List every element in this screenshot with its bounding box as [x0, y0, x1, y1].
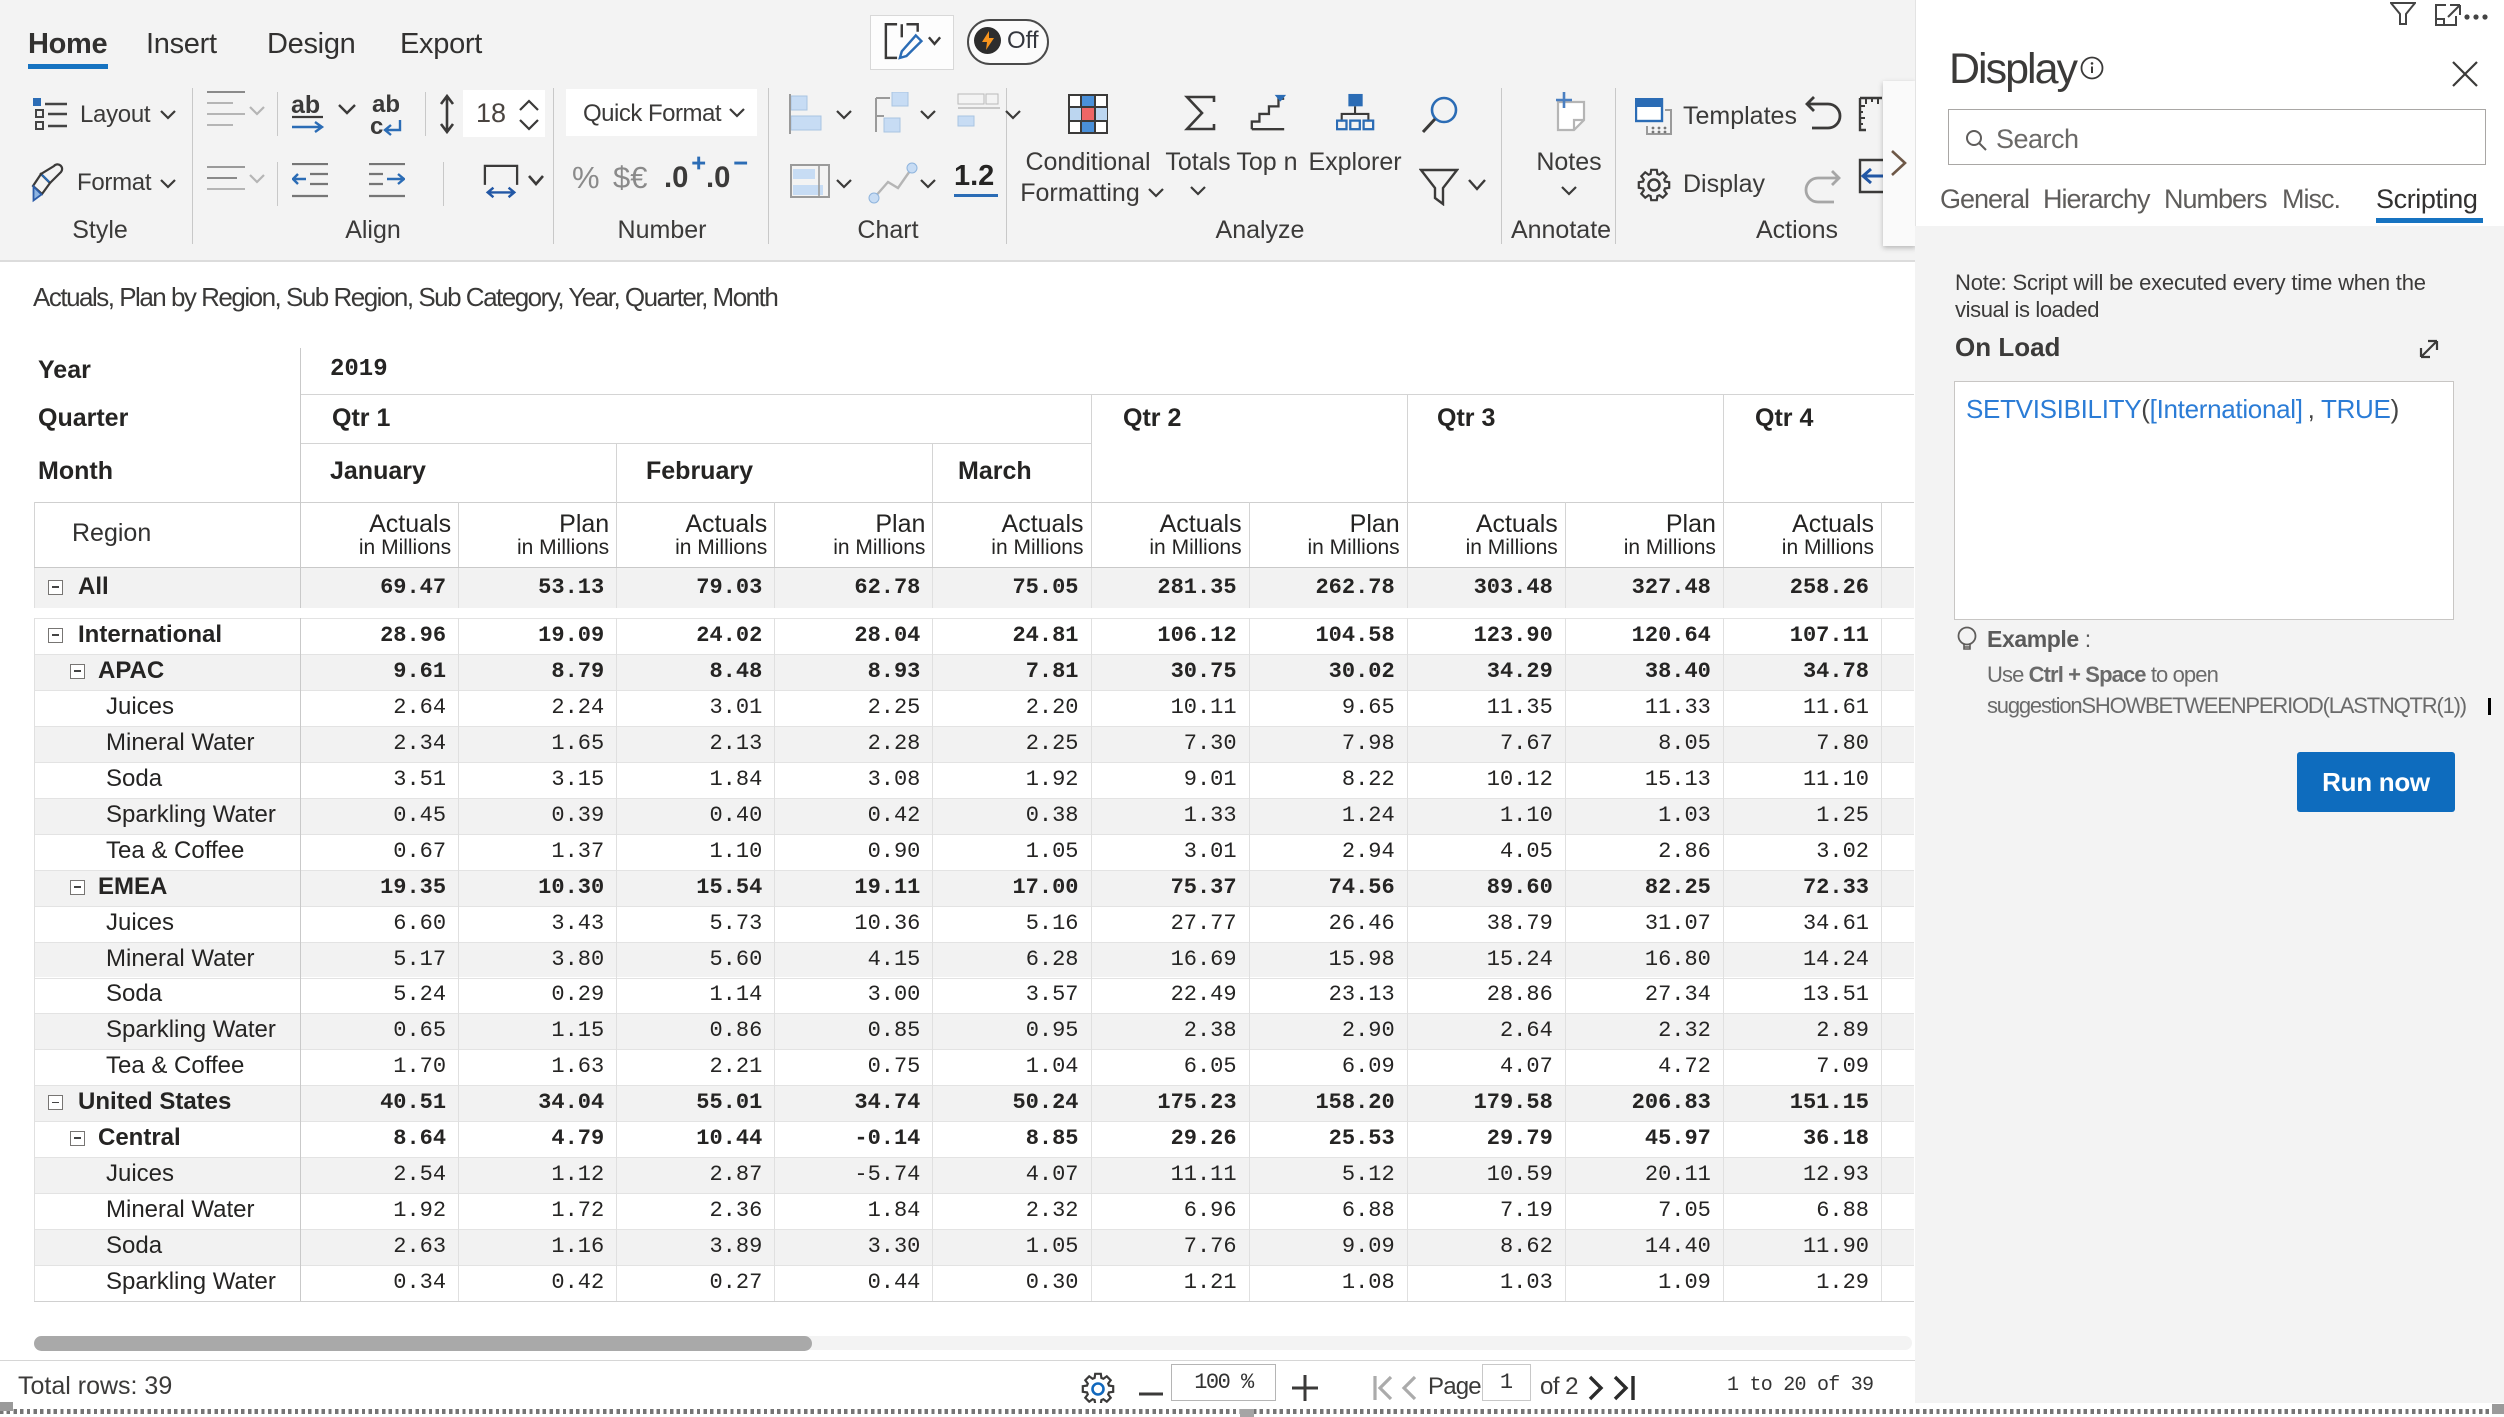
svg-text:ab: ab [291, 92, 320, 119]
svg-text:c: c [370, 113, 383, 140]
svg-text:.0: .0 [706, 162, 730, 193]
svg-text:.0: .0 [664, 162, 688, 193]
